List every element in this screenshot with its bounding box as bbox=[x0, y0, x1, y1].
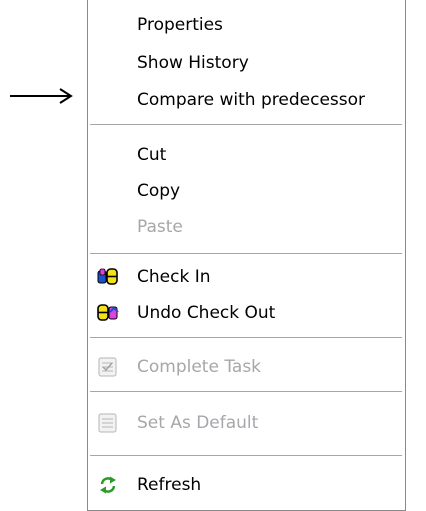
menu-item-label: Cut bbox=[137, 145, 167, 165]
menu-item-label: Compare with predecessor bbox=[137, 90, 366, 110]
menu-item-label: Show History bbox=[137, 53, 249, 73]
menu-separator bbox=[90, 253, 402, 254]
menu-item-compare-with-predecessor[interactable]: Compare with predecessor bbox=[88, 84, 405, 116]
menu-item-label: Undo Check Out bbox=[137, 303, 276, 323]
menu-item-undo-check-out[interactable]: Undo Check Out bbox=[88, 297, 405, 329]
undo-check-out-icon bbox=[97, 304, 119, 321]
menu-item-label: Refresh bbox=[137, 475, 202, 495]
context-menu: Properties Show History Compare with pre… bbox=[87, 0, 406, 511]
menu-separator bbox=[90, 337, 402, 338]
menu-item-check-in[interactable]: Check In bbox=[88, 261, 405, 293]
menu-separator bbox=[90, 455, 402, 456]
refresh-icon bbox=[100, 476, 116, 494]
menu-item-show-history[interactable]: Show History bbox=[88, 47, 405, 79]
set-as-default-icon bbox=[98, 413, 117, 433]
menu-item-label: Set As Default bbox=[137, 413, 259, 433]
menu-item-label: Check In bbox=[137, 267, 211, 287]
menu-item-copy[interactable]: Copy bbox=[88, 175, 405, 207]
menu-item-label: Copy bbox=[137, 181, 181, 201]
menu-item-paste: Paste bbox=[88, 211, 405, 243]
menu-separator bbox=[90, 391, 402, 392]
complete-task-icon bbox=[98, 357, 117, 377]
menu-item-complete-task: Complete Task bbox=[88, 351, 405, 383]
menu-item-label: Complete Task bbox=[137, 357, 262, 377]
menu-item-cut[interactable]: Cut bbox=[88, 139, 405, 171]
menu-item-refresh[interactable]: Refresh bbox=[88, 469, 405, 501]
menu-item-label: Paste bbox=[137, 217, 183, 237]
menu-item-properties[interactable]: Properties bbox=[88, 9, 405, 41]
menu-separator bbox=[90, 124, 402, 125]
menu-item-set-as-default: Set As Default bbox=[88, 407, 405, 439]
check-in-icon bbox=[97, 268, 118, 285]
pointer-arrow-icon bbox=[10, 88, 73, 104]
menu-item-label: Properties bbox=[137, 15, 223, 35]
